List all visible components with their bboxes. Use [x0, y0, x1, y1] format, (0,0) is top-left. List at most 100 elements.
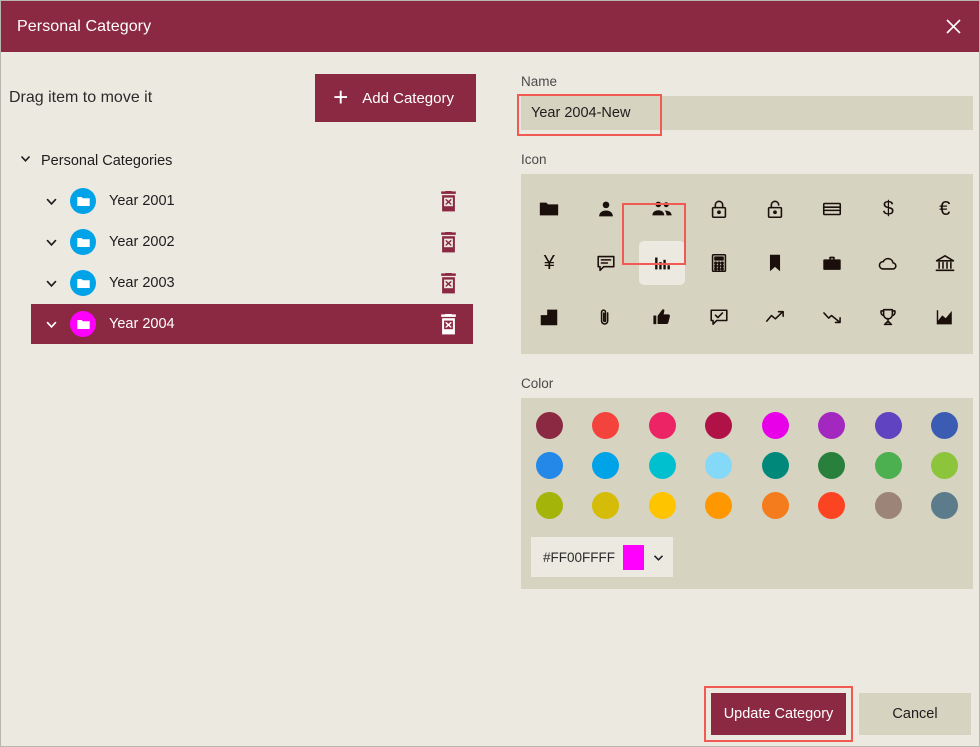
drag-hint-text: Drag item to move it: [9, 89, 152, 107]
icon-option-bookmark[interactable]: [747, 240, 804, 286]
icon-option-people[interactable]: [634, 186, 691, 232]
tree-item-label: Year 2004: [109, 316, 175, 332]
color-swatch-28803c[interactable]: [818, 452, 845, 479]
color-swatch-a328c0[interactable]: [818, 412, 845, 439]
color-swatch-ec2364[interactable]: [649, 412, 676, 439]
icon-option-building[interactable]: [521, 294, 578, 340]
icon-option-trend-up[interactable]: [747, 294, 804, 340]
close-button[interactable]: [927, 1, 979, 52]
icon-option-trend-down[interactable]: [804, 294, 861, 340]
chevron-down-icon[interactable]: [45, 195, 58, 208]
hex-field-row: #FF00FFFF: [521, 532, 973, 577]
tree-item-list: Year 2001Year 2002Year 2003 Year 2004: [1, 181, 504, 344]
color-cell: [747, 452, 804, 479]
color-swatch-fc4423[interactable]: [818, 492, 845, 519]
color-cell: [804, 452, 861, 479]
color-swatch-3c5cb4[interactable]: [931, 412, 958, 439]
color-swatch-9c8478[interactable]: [875, 492, 902, 519]
add-category-button[interactable]: + Add Category: [315, 74, 476, 122]
color-swatch-5c7c8c[interactable]: [931, 492, 958, 519]
window-title: Personal Category: [17, 18, 151, 36]
name-input[interactable]: [521, 96, 973, 130]
icon-option-area-chart[interactable]: [917, 294, 974, 340]
icon-field-group: Icon $€¥: [521, 152, 973, 354]
tree-root-node[interactable]: Personal Categories: [1, 148, 504, 173]
icon-option-lock-closed[interactable]: [691, 186, 748, 232]
icon-option-calculator[interactable]: [691, 240, 748, 286]
color-swatch-8c2942[interactable]: [536, 412, 563, 439]
bar-chart-icon: [639, 241, 685, 285]
cancel-button[interactable]: Cancel: [859, 693, 971, 735]
chevron-down-icon[interactable]: [45, 318, 58, 331]
icon-option-briefcase[interactable]: [804, 240, 861, 286]
personal-category-dialog: Personal Category Drag item to move it +…: [0, 0, 980, 747]
chevron-down-icon[interactable]: [45, 236, 58, 249]
tree-item-year-2003[interactable]: Year 2003: [31, 263, 473, 303]
trophy-icon: [865, 295, 911, 339]
icon-option-trophy[interactable]: [860, 294, 917, 340]
color-swatch-a4b408[interactable]: [536, 492, 563, 519]
icon-option-paperclip[interactable]: [578, 294, 635, 340]
color-swatch-00c0d0[interactable]: [649, 452, 676, 479]
color-cell: [578, 492, 635, 519]
icon-option-yen[interactable]: ¥: [521, 240, 578, 286]
icon-option-person[interactable]: [578, 186, 635, 232]
icon-option-bar-chart[interactable]: [634, 240, 691, 286]
building-icon: [526, 295, 572, 339]
delete-category-button[interactable]: [437, 189, 459, 213]
icon-option-thumbs-up[interactable]: [634, 294, 691, 340]
tree-item-year-2004[interactable]: Year 2004: [31, 304, 473, 344]
area-chart-icon: [922, 295, 968, 339]
primary-button-wrap: Update Category: [711, 693, 846, 735]
person-icon: [583, 187, 629, 231]
tree-item-year-2002[interactable]: Year 2002: [31, 222, 473, 262]
icon-option-dollar[interactable]: $: [860, 186, 917, 232]
color-cell: [521, 452, 578, 479]
color-swatch-b01248[interactable]: [705, 412, 732, 439]
color-swatch-f47c1c[interactable]: [762, 492, 789, 519]
icon-option-folder[interactable]: [521, 186, 578, 232]
icon-option-bank[interactable]: [917, 240, 974, 286]
plus-icon: +: [333, 84, 348, 110]
bookmark-icon: [752, 241, 798, 285]
icon-option-comment[interactable]: [578, 240, 635, 286]
update-category-button[interactable]: Update Category: [711, 693, 846, 735]
icon-option-lock-open[interactable]: [747, 186, 804, 232]
color-swatch-00a2e8[interactable]: [592, 452, 619, 479]
color-swatch-f4433c[interactable]: [592, 412, 619, 439]
color-swatch-00897b[interactable]: [762, 452, 789, 479]
color-swatch-ff9800[interactable]: [705, 492, 732, 519]
color-cell: [917, 412, 974, 439]
color-cell: [691, 452, 748, 479]
chevron-down-icon[interactable]: [45, 277, 58, 290]
icon-option-euro[interactable]: €: [917, 186, 974, 232]
hex-color-value: #FF00FFFF: [543, 550, 615, 565]
trend-down-icon: [809, 295, 855, 339]
color-cell: [578, 452, 635, 479]
color-swatch-8cc43c[interactable]: [931, 452, 958, 479]
delete-category-button[interactable]: [437, 230, 459, 254]
color-swatch-4cb050[interactable]: [875, 452, 902, 479]
paperclip-icon: [583, 295, 629, 339]
color-swatch-2488e8[interactable]: [536, 452, 563, 479]
color-swatch-6043c0[interactable]: [875, 412, 902, 439]
color-picker-panel: #FF00FFFF: [521, 398, 973, 589]
icon-option-comment-check[interactable]: [691, 294, 748, 340]
credit-card-icon: [809, 187, 855, 231]
delete-category-button[interactable]: [437, 312, 459, 336]
icon-option-credit-card[interactable]: [804, 186, 861, 232]
icon-picker-grid: $€ ¥: [521, 174, 973, 354]
name-label: Name: [521, 74, 973, 89]
dollar-icon: $: [865, 187, 911, 231]
category-tree: Personal Categories Year 2001Year 2002Ye…: [1, 148, 504, 344]
color-row: [521, 452, 973, 479]
icon-option-cloud[interactable]: [860, 240, 917, 286]
color-cell: [578, 412, 635, 439]
tree-item-year-2001[interactable]: Year 2001: [31, 181, 473, 221]
hex-color-dropdown[interactable]: #FF00FFFF: [531, 537, 673, 577]
color-swatch-ffc400[interactable]: [649, 492, 676, 519]
color-swatch-d4bc08[interactable]: [592, 492, 619, 519]
color-swatch-84d8f8[interactable]: [705, 452, 732, 479]
color-swatch-e800e8[interactable]: [762, 412, 789, 439]
delete-category-button[interactable]: [437, 271, 459, 295]
